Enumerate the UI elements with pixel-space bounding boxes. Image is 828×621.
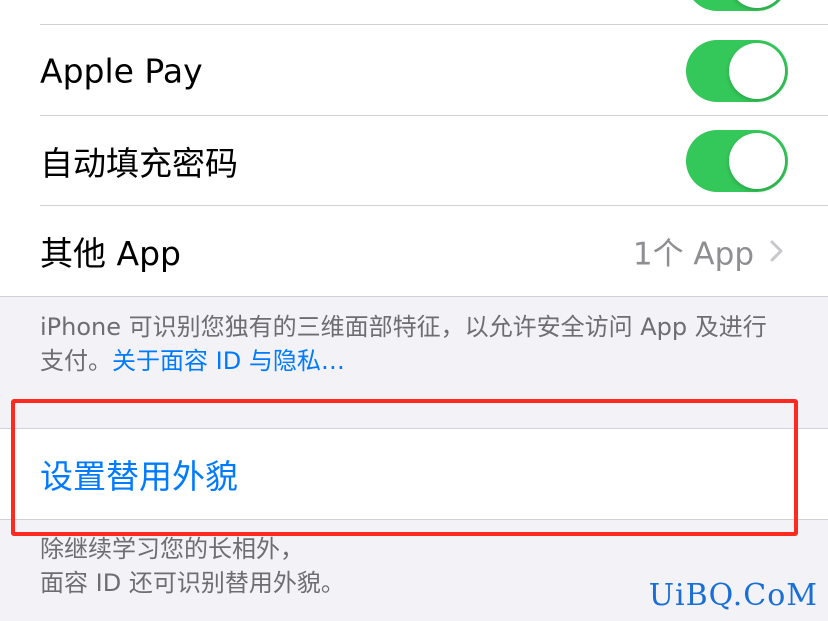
- partial-row[interactable]: [0, 0, 828, 25]
- password-autofill-label: 自动填充密码: [40, 144, 238, 183]
- row-set-up-alternate-appearance[interactable]: 设置替用外貌: [0, 429, 828, 519]
- face-id-footer: iPhone 可识别您独有的三维面部特征，以允许安全访问 App 及进行支付。关…: [40, 310, 788, 378]
- settings-group-top: Apple Pay 自动填充密码 其他 App 1个 App: [0, 0, 828, 297]
- row-apple-pay[interactable]: Apple Pay: [0, 26, 828, 116]
- password-autofill-toggle[interactable]: [686, 130, 788, 192]
- other-apps-label: 其他 App: [40, 234, 181, 273]
- watermark: UiBQ.CoM: [648, 578, 818, 613]
- toggle-knob: [729, 133, 785, 189]
- row-password-autofill[interactable]: 自动填充密码: [0, 116, 828, 206]
- alt-footer-line-1: 除继续学习您的长相外，: [40, 535, 304, 563]
- row-separator: [40, 24, 828, 25]
- other-apps-count: 1个 App: [632, 236, 754, 273]
- set-up-alternate-appearance-button[interactable]: 设置替用外貌: [40, 450, 238, 498]
- chevron-right-icon: [770, 240, 783, 262]
- partial-toggle[interactable]: [686, 0, 788, 11]
- row-other-apps[interactable]: 其他 App 1个 App: [0, 206, 828, 296]
- apple-pay-toggle[interactable]: [686, 40, 788, 102]
- toggle-knob: [729, 43, 785, 99]
- alt-appearance-group: 设置替用外貌: [0, 428, 828, 520]
- apple-pay-label: Apple Pay: [40, 51, 203, 91]
- toggle-knob: [729, 0, 785, 8]
- privacy-link[interactable]: 关于面容 ID 与隐私…: [112, 347, 345, 375]
